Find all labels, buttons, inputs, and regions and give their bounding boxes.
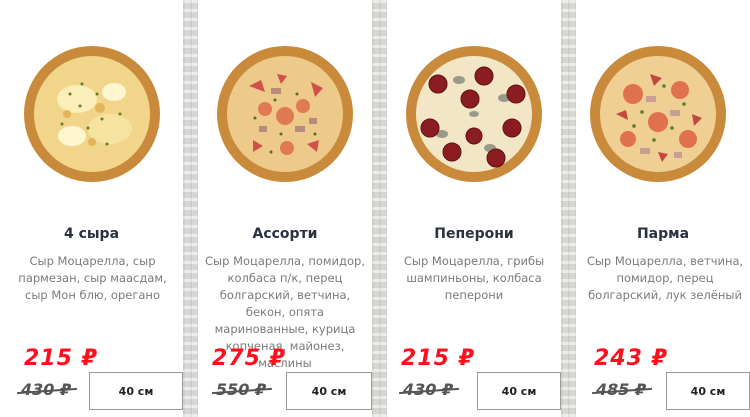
pizza-parma-icon xyxy=(590,46,726,182)
product-description: Сыр Моцарелла, грибы шампиньоны, колбаса… xyxy=(403,254,545,302)
product-price: 243 ₽ xyxy=(594,346,668,371)
wood-divider xyxy=(372,0,387,417)
product-old-price: 550 ₽ xyxy=(212,380,273,399)
wood-divider xyxy=(183,0,198,417)
product-price: 215 ₽ xyxy=(24,346,98,371)
product-title: Ассорти xyxy=(252,226,318,242)
product-card[interactable]: Парма Сыр Моцарелла, ветчина, помидор, п… xyxy=(576,0,750,417)
product-old-price: 430 ₽ xyxy=(17,380,78,399)
product-description: Сыр Моцарелла, ветчина, помидор, перец б… xyxy=(586,254,744,302)
size-selector-button[interactable]: 40 см xyxy=(477,372,561,410)
product-title: Пеперони xyxy=(434,226,514,242)
pizza-pepperoni-icon xyxy=(406,46,542,182)
product-old-price: 485 ₽ xyxy=(592,380,653,399)
product-title: 4 сыра xyxy=(63,226,120,242)
size-selector-button[interactable]: 40 см xyxy=(89,372,183,410)
pizza-assorti-icon xyxy=(217,46,353,182)
product-card[interactable]: Ассорти Сыр Моцарелла, помидор, колбаса … xyxy=(198,0,372,417)
product-card[interactable]: 4 сыра Сыр Моцарелла, сыр пармезан, сыр … xyxy=(0,0,183,417)
size-selector-button[interactable]: 40 см xyxy=(666,372,750,410)
product-old-price: 430 ₽ xyxy=(399,380,460,399)
product-card[interactable]: Пеперони Сыр Моцарелла, грибы шампиньоны… xyxy=(387,0,561,417)
product-description: Сыр Моцарелла, сыр пармезан, сыр маасдам… xyxy=(18,254,167,302)
pizza-four-cheese-icon xyxy=(24,46,160,182)
size-selector-button[interactable]: 40 см xyxy=(286,372,372,410)
wood-divider xyxy=(561,0,576,417)
product-title: Парма xyxy=(636,226,690,242)
product-price: 215 ₽ xyxy=(401,346,475,371)
product-price: 275 ₽ xyxy=(212,346,286,371)
